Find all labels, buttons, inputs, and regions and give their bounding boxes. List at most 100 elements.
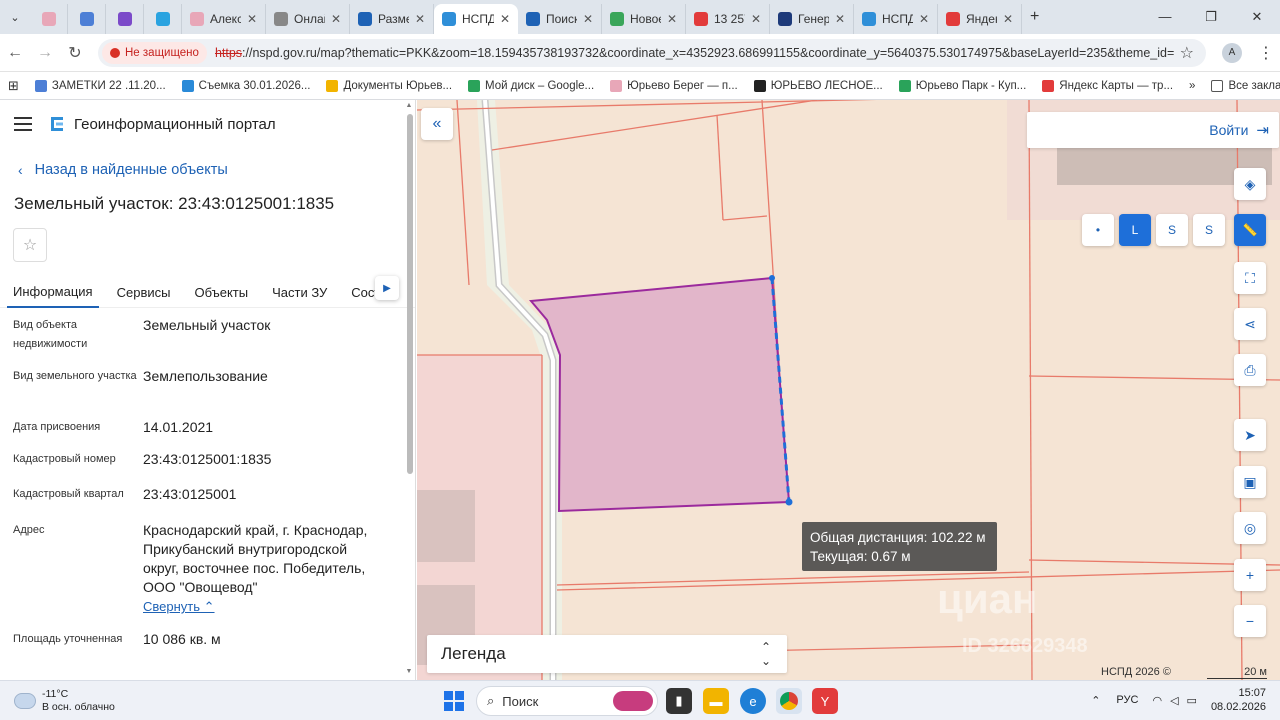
wifi-icon[interactable]: ◠: [1152, 694, 1162, 707]
back-to-results-link[interactable]: ‹ Назад в найденные объекты: [0, 158, 415, 182]
weather-widget[interactable]: -11°C В осн. облачно: [14, 688, 115, 714]
file-explorer-icon[interactable]: ▬: [703, 688, 729, 714]
tab-close-icon[interactable]: ✕: [325, 12, 341, 26]
login-button[interactable]: Войти ⇥: [1027, 112, 1279, 148]
browser-tab[interactable]: Размес✕: [350, 4, 434, 34]
clock[interactable]: 15:07 08.02.2026: [1211, 686, 1266, 714]
browser-tab[interactable]: Новое✕: [602, 4, 686, 34]
measure-start-point[interactable]: [769, 275, 775, 281]
layers-icon[interactable]: ◈: [1234, 168, 1266, 200]
volume-icon[interactable]: ◁: [1170, 694, 1178, 707]
not-secure-badge[interactable]: Не защищено: [102, 41, 207, 64]
panel-tab[interactable]: Сервисы: [111, 276, 177, 308]
share-icon[interactable]: ⋖: [1234, 308, 1266, 340]
bookmark-star-icon[interactable]: ☆: [1180, 43, 1194, 63]
browser-tab[interactable]: Алексе✕: [182, 4, 266, 34]
apps-grid-icon[interactable]: ⊞: [0, 78, 27, 94]
tabs-next-arrow-icon[interactable]: ▶: [375, 276, 399, 300]
select-area-icon[interactable]: ⛶: [1234, 262, 1266, 294]
tab-close-icon[interactable]: ✕: [913, 12, 929, 26]
measure-area-button[interactable]: S: [1156, 214, 1188, 246]
forward-icon[interactable]: →: [30, 44, 60, 62]
browser-tab[interactable]: НСПД ✕: [434, 4, 518, 34]
search-location-icon[interactable]: ◎: [1234, 512, 1266, 544]
panel-tab[interactable]: Информация: [7, 276, 99, 308]
new-tab-button[interactable]: +: [1030, 8, 1039, 26]
task-view-icon[interactable]: ▮: [666, 688, 692, 714]
chrome-browser-icon[interactable]: [776, 688, 802, 714]
bookmark-item[interactable]: Мой диск – Google...: [460, 79, 602, 92]
close-window-button[interactable]: ✕: [1234, 9, 1280, 25]
maximize-button[interactable]: ❐: [1188, 9, 1234, 25]
browser-tab[interactable]: НСПД ✕: [854, 4, 938, 34]
bookmark-item[interactable]: Яндекс Карты — тр...: [1034, 79, 1181, 92]
print-icon[interactable]: ⎙: [1234, 354, 1266, 386]
measure-line-button[interactable]: L: [1119, 214, 1151, 246]
tab-favicon-icon: [79, 12, 94, 26]
browser-tab[interactable]: Генера✕: [770, 4, 854, 34]
collapse-address-link[interactable]: Свернуть ⌃: [143, 597, 383, 616]
tab-close-icon[interactable]: ✕: [829, 12, 845, 26]
browser-tab[interactable]: 13 257✕: [686, 4, 770, 34]
warning-icon: [110, 47, 120, 58]
browser-tab[interactable]: [68, 4, 106, 34]
collapse-panel-button[interactable]: «: [421, 108, 453, 140]
tab-close-icon[interactable]: ✕: [997, 12, 1013, 26]
url-text[interactable]: https://nspd.gov.ru/map?thematic=PKK&zoo…: [215, 46, 1175, 60]
battery-icon[interactable]: ▭: [1187, 694, 1197, 707]
geolocate-icon[interactable]: ➤: [1234, 419, 1266, 451]
reload-icon[interactable]: ↻: [60, 43, 90, 63]
tab-close-icon[interactable]: ✕: [577, 12, 593, 26]
tab-close-icon[interactable]: ✕: [409, 12, 425, 26]
tray-overflow-icon[interactable]: ⌃: [1091, 694, 1100, 707]
panel-tab[interactable]: Части ЗУ: [266, 276, 333, 308]
bookmarks-overflow-icon[interactable]: »: [1181, 80, 1203, 92]
all-bookmarks-folder[interactable]: Все закладки: [1203, 79, 1280, 92]
tab-close-icon[interactable]: ✕: [494, 12, 510, 26]
map-view[interactable]: циан ID 326629348 « Войти ⇥ ◈ • L S S 📏 ⛶…: [417, 100, 1280, 680]
scroll-down-arrow[interactable]: ▼: [405, 668, 413, 675]
yandex-browser-icon[interactable]: Y: [812, 688, 838, 714]
hamburger-menu-icon[interactable]: [14, 117, 32, 131]
bookmark-item[interactable]: ЮРЬЕВО ЛЕСНОЕ...: [746, 79, 891, 92]
tab-close-icon[interactable]: ✕: [661, 12, 677, 26]
minimap-icon[interactable]: ▣: [1234, 466, 1266, 498]
selected-parcel[interactable]: [529, 276, 791, 513]
browser-tab[interactable]: [144, 4, 182, 34]
ruler-icon[interactable]: 📏: [1234, 214, 1266, 246]
taskbar-search[interactable]: ⌕ Поиск: [476, 686, 658, 716]
bookmark-item[interactable]: Юрьево Берег — п...: [602, 79, 746, 92]
tab-search-button[interactable]: ⌄: [0, 0, 30, 34]
legend-panel[interactable]: Легенда ⌃ ⌄: [427, 635, 787, 673]
tab-close-icon[interactable]: ✕: [745, 12, 761, 26]
favorite-star-button[interactable]: ☆: [13, 228, 47, 262]
zoom-out-button[interactable]: −: [1234, 605, 1266, 637]
windows-start-icon[interactable]: [444, 691, 464, 711]
minimize-button[interactable]: —: [1142, 9, 1188, 25]
bookmark-item[interactable]: Документы Юрьев...: [318, 79, 460, 92]
language-indicator[interactable]: РУС: [1116, 694, 1138, 706]
panel-scrollbar[interactable]: [407, 114, 413, 474]
expand-collapse-icon[interactable]: ⌃ ⌄: [761, 640, 771, 668]
scroll-up-arrow[interactable]: ▲: [405, 102, 413, 109]
measure-end-point[interactable]: [785, 498, 793, 506]
profile-avatar[interactable]: A: [1222, 42, 1242, 63]
bookmark-item[interactable]: Юрьево Парк - Куп...: [891, 79, 1035, 92]
cadastral-map-canvas[interactable]: [417, 100, 1280, 680]
back-icon[interactable]: ←: [0, 44, 30, 62]
browser-tab[interactable]: [106, 4, 144, 34]
browser-tab[interactable]: [30, 4, 68, 34]
bookmark-item[interactable]: Съемка 30.01.2026...: [174, 79, 319, 92]
browser-menu-icon[interactable]: ⋮: [1258, 43, 1274, 63]
edge-browser-icon[interactable]: e: [740, 688, 766, 714]
panel-tab[interactable]: Объекты: [188, 276, 254, 308]
zoom-in-button[interactable]: +: [1234, 559, 1266, 591]
url-omnibox[interactable]: Не защищено https://nspd.gov.ru/map?them…: [98, 38, 1206, 67]
browser-tab[interactable]: Поиск ✕: [518, 4, 602, 34]
tab-close-icon[interactable]: ✕: [241, 12, 257, 26]
measure-circle-button[interactable]: S: [1193, 214, 1225, 246]
browser-tab[interactable]: Яндекс✕: [938, 4, 1022, 34]
browser-tab[interactable]: Онлайн✕: [266, 4, 350, 34]
measure-point-button[interactable]: •: [1082, 214, 1114, 246]
bookmark-item[interactable]: ЗАМЕТКИ 22 .11.20...: [27, 79, 174, 92]
